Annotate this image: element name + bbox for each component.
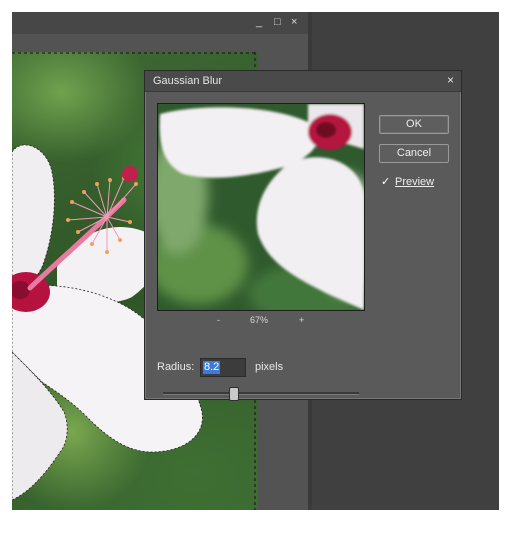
radius-slider-thumb[interactable] xyxy=(228,387,239,401)
dialog-title: Gaussian Blur xyxy=(153,75,223,87)
zoom-level: 67% xyxy=(250,315,269,325)
radius-value[interactable]: 8.2 xyxy=(203,361,221,374)
preview-checkbox-label[interactable]: Preview xyxy=(395,176,434,188)
dialog-title-bar[interactable]: Gaussian Blur × xyxy=(145,71,461,92)
preview-checkbox[interactable]: ✓ Preview xyxy=(381,175,481,191)
maximize-icon[interactable]: □ xyxy=(274,16,281,28)
zoom-controls: - 67% + xyxy=(157,315,363,329)
minimize-icon[interactable]: _ xyxy=(256,16,262,28)
blur-preview[interactable] xyxy=(157,103,365,311)
radius-input[interactable]: 8.2 xyxy=(200,358,246,377)
radius-unit: pixels xyxy=(255,361,284,373)
radius-label: Radius: xyxy=(157,361,195,373)
preview-image xyxy=(158,104,364,310)
close-icon[interactable]: × xyxy=(291,16,297,28)
close-icon[interactable]: × xyxy=(447,73,454,87)
zoom-in-button[interactable]: + xyxy=(299,315,304,325)
zoom-out-button[interactable]: - xyxy=(217,315,220,325)
radius-slider-track[interactable] xyxy=(163,392,359,395)
checkmark-icon[interactable]: ✓ xyxy=(381,177,391,188)
radius-row: Radius: 8.2 pixels xyxy=(157,358,417,378)
cancel-button[interactable]: Cancel xyxy=(379,144,449,163)
ok-button[interactable]: OK xyxy=(379,115,449,134)
gaussian-blur-dialog: Gaussian Blur × - 67% + OK Cancel ✓ Prev… xyxy=(144,70,462,401)
document-title-bar: _ □ × xyxy=(12,12,308,34)
